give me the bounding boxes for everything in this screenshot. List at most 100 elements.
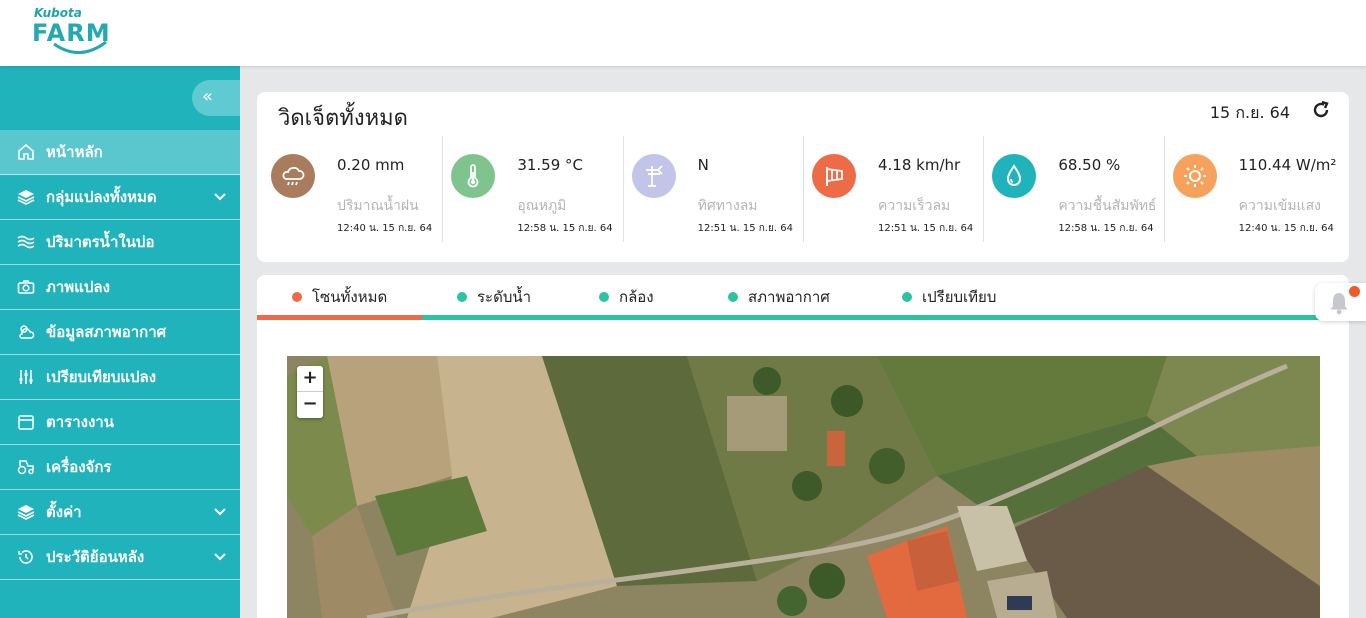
sidebar-item-settings[interactable]: ตั้งค่า (0, 490, 240, 535)
calendar-icon (16, 412, 36, 432)
logo-brand-small: Kubota (34, 6, 82, 20)
sidebar-item-label: เครื่องจักร (46, 458, 112, 476)
metric-value: 0.20 mm (337, 156, 405, 174)
zones-card: โซนทั้งหมด ระดับน้ำ กล้อง สภาพอากาศ เปรี… (257, 275, 1349, 618)
metric-temperature[interactable]: 31.59 °C อุณหภูมิ 12:58 น. 15 ก.ย. 64 (443, 136, 624, 242)
notification-badge (1349, 286, 1360, 297)
metric-humidity[interactable]: 68.50 % ความชื้นสัมพัทธ์ 12:58 น. 15 ก.ย… (984, 136, 1165, 242)
tab-dot (728, 292, 738, 302)
metric-value: 110.44 W/m² (1238, 156, 1337, 174)
tab-all-zones[interactable]: โซนทั้งหมด (292, 285, 387, 309)
sidebar-item-history[interactable]: ประวัติย้อนหลัง (0, 535, 240, 580)
sidebar-item-label: ข้อมูลสภาพอากาศ (46, 323, 167, 341)
metric-timestamp: 12:40 น. 15 ก.ย. 64 (1238, 223, 1334, 234)
metric-label: ปริมาณน้ำฝน (337, 198, 419, 214)
sun-icon (1172, 154, 1217, 198)
tab-weather[interactable]: สภาพอากาศ (728, 285, 830, 309)
metric-value: N (697, 156, 709, 174)
zone-tabs: โซนทั้งหมด ระดับน้ำ กล้อง สภาพอากาศ เปรี… (257, 275, 1349, 320)
windsock-icon (811, 154, 856, 198)
tab-camera[interactable]: กล้อง (599, 285, 654, 309)
sidebar-item-label: ตั้งค่า (46, 503, 82, 521)
sidebar-item-pond-water-volume[interactable]: ปริมาตรน้ำในบ่อ (0, 220, 240, 265)
metric-value: 68.50 % (1058, 156, 1121, 174)
sidebar-item-label: กลุ่มแปลงทั้งหมด (46, 188, 157, 206)
metric-value: 4.18 km/hr (877, 156, 961, 174)
metric-timestamp: 12:51 น. 15 ก.ย. 64 (697, 223, 793, 234)
layers-icon (16, 502, 36, 522)
collapse-sidebar-button[interactable]: « (192, 80, 240, 116)
chevron-down-icon (214, 508, 226, 516)
sidebar-item-all-plot-groups[interactable]: กลุ่มแปลงทั้งหมด (0, 175, 240, 220)
tab-underline (422, 315, 1349, 320)
tab-dot (457, 292, 467, 302)
metric-label: ความชื้นสัมพัทธ์ (1058, 198, 1157, 214)
water-waves-icon (16, 232, 36, 252)
sidebar-item-label: ประวัติย้อนหลัง (46, 548, 145, 566)
double-chevron-left-icon: « (202, 86, 214, 107)
chevron-down-icon (214, 553, 226, 561)
widgets-card: วิดเจ็ตทั้งหมด 15 ก.ย. 64 0.20 mm ปริมาณ… (257, 92, 1349, 262)
widgets-date: 15 ก.ย. 64 (1209, 103, 1290, 122)
sidebar-item-label: ตารางงาน (46, 413, 114, 431)
metric-timestamp: 12:58 น. 15 ก.ย. 64 (517, 223, 613, 234)
sidebar-item-schedule[interactable]: ตารางงาน (0, 400, 240, 445)
sidebar-item-label: ภาพแปลง (46, 278, 110, 296)
layers-icon (16, 187, 36, 207)
sidebar-item-label: หน้าหลัก (46, 143, 103, 161)
sidebar-item-home[interactable]: หน้าหลัก (0, 130, 240, 175)
metric-wind-speed[interactable]: 4.18 km/hr ความเร็วลม 12:51 น. 15 ก.ย. 6… (804, 136, 985, 242)
water-drop-icon (992, 154, 1037, 198)
wind-vane-icon (631, 154, 676, 198)
sliders-icon (16, 367, 36, 387)
rain-cloud-icon (271, 154, 315, 198)
sidebar-item-machinery[interactable]: เครื่องจักร (0, 445, 240, 490)
camera-icon (16, 277, 36, 297)
sidebar-item-label: ปริมาตรน้ำในบ่อ (46, 233, 155, 251)
aerial-map-image (287, 356, 1320, 618)
metric-wind-direction[interactable]: N ทิศทางลม 12:51 น. 15 ก.ย. 64 (624, 136, 804, 242)
thermometer-icon (451, 154, 496, 198)
bell-icon (1330, 293, 1348, 315)
map-zoom-controls: + − (297, 366, 323, 418)
metric-timestamp: 12:40 น. 15 ก.ย. 64 (337, 223, 433, 234)
tab-dot (599, 292, 609, 302)
metric-label: ทิศทางลม (697, 198, 758, 214)
tab-label: สภาพอากาศ (748, 288, 830, 306)
tab-dot (292, 292, 302, 302)
sidebar-item-compare-plots[interactable]: เปรียบเทียบแปลง (0, 355, 240, 400)
metric-rainfall[interactable]: 0.20 mm ปริมาณน้ำฝน 12:40 น. 15 ก.ย. 64 (263, 136, 444, 242)
tab-label: เปรียบเทียบ (922, 288, 997, 306)
metric-light-intensity[interactable]: 110.44 W/m² ความเข้มแสง 12:40 น. 15 ก.ย.… (1165, 136, 1345, 242)
weather-icon (16, 322, 36, 342)
farm-map[interactable]: + − (287, 356, 1320, 618)
history-icon (16, 547, 36, 567)
active-tab-indicator (257, 315, 422, 320)
zoom-in-button[interactable]: + (297, 366, 323, 392)
tab-label: โซนทั้งหมด (312, 288, 388, 306)
refresh-icon[interactable] (1311, 100, 1331, 120)
widgets-title: วิดเจ็ตทั้งหมด (278, 106, 408, 131)
sidebar-item-weather-data[interactable]: ข้อมูลสภาพอากาศ (0, 310, 240, 355)
tab-water-level[interactable]: ระดับน้ำ (457, 285, 531, 309)
metric-label: อุณหภูมิ (517, 198, 567, 214)
kubota-farm-logo[interactable]: Kubota FARM (32, 6, 112, 60)
tab-label: กล้อง (619, 288, 654, 306)
tab-label: ระดับน้ำ (477, 288, 532, 306)
top-header: Kubota FARM (0, 0, 1366, 66)
home-icon (16, 142, 36, 162)
logo-swoosh-icon (53, 40, 107, 54)
chevron-down-icon (214, 193, 226, 201)
zoom-out-button[interactable]: − (297, 392, 323, 418)
sidebar-item-plot-images[interactable]: ภาพแปลง (0, 265, 240, 310)
metric-value: 31.59 °C (517, 156, 584, 174)
tab-compare[interactable]: เปรียบเทียบ (902, 285, 996, 309)
tab-dot (902, 292, 912, 302)
metric-label: ความเข้มแสง (1238, 198, 1321, 214)
notification-button[interactable] (1315, 283, 1366, 321)
sidebar-nav: หน้าหลัก กลุ่มแปลงทั้งหมด ปริมาตรน้ำในบ่… (0, 130, 240, 580)
sidebar: « หน้าหลัก กลุ่มแปลงทั้งหมด ปริมาตรน้ำใน… (0, 66, 240, 618)
metric-timestamp: 12:51 น. 15 ก.ย. 64 (877, 223, 974, 234)
weather-metrics: 0.20 mm ปริมาณน้ำฝน 12:40 น. 15 ก.ย. 64 … (263, 136, 1345, 242)
metric-timestamp: 12:58 น. 15 ก.ย. 64 (1058, 223, 1154, 234)
